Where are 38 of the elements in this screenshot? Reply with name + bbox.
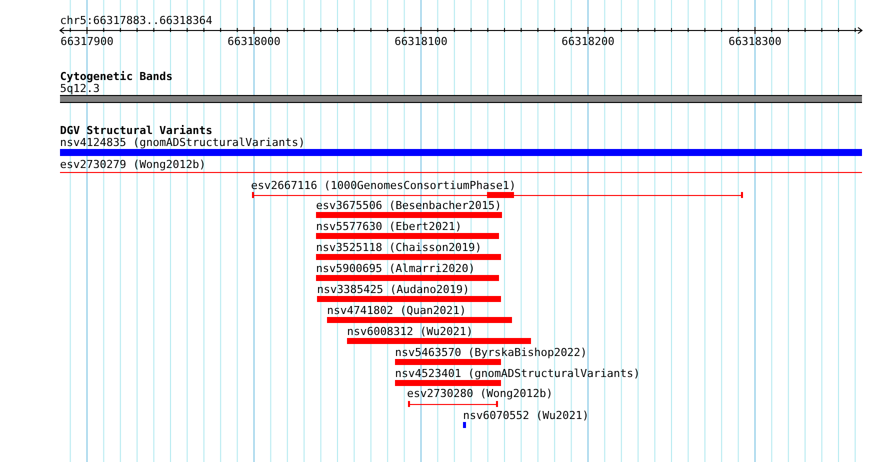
variant-label: nsv5900695 (Almarri2020) (316, 263, 475, 275)
variant-label: nsv6008312 (Wu2021) (347, 326, 473, 338)
variant-bar[interactable] (395, 359, 501, 365)
variant-label: nsv6070552 (Wu2021) (463, 410, 589, 422)
variant-bar[interactable] (316, 212, 502, 218)
variant-bar[interactable] (347, 338, 531, 344)
variant-bar[interactable] (395, 380, 501, 386)
variant-glyph[interactable] (408, 401, 498, 408)
variant-bar[interactable] (327, 317, 512, 323)
variant-label: nsv4124835 (gnomADStructuralVariants) (60, 137, 306, 149)
variant-bar[interactable] (316, 233, 499, 239)
scale-label: 66318000 (228, 35, 280, 48)
variant-label: esv2730280 (Wong2012b) (407, 388, 553, 400)
variant-bar[interactable] (317, 296, 501, 302)
variant-label: esv2667116 (1000GenomesConsortiumPhase1) (251, 180, 516, 192)
band-label: 5q12.3 (60, 83, 100, 95)
variant-label: nsv5577630 (Ebert2021) (316, 221, 462, 233)
track-title: DGV Structural Variants (60, 124, 212, 137)
variant-label: esv2730279 (Wong2012b) (60, 159, 206, 171)
scale-label: 66318200 (562, 35, 614, 48)
variant-label: nsv4741802 (Quan2021) (327, 305, 466, 317)
variant-label: nsv5463570 (ByrskaBishop2022) (395, 347, 588, 359)
cytoband-bar[interactable] (60, 95, 862, 103)
variant-bar[interactable] (60, 149, 862, 156)
variant-bar[interactable] (316, 275, 499, 281)
scale-label: 66318300 (728, 35, 782, 48)
variant-label: nsv3385425 (Audano2019) (317, 284, 470, 296)
variant-line[interactable] (60, 172, 862, 173)
location-label: chr5:66317883..66318364 (60, 14, 212, 27)
scale-label: 66318100 (394, 35, 448, 48)
track-title: Cytogenetic Bands (60, 70, 173, 83)
variant-bar[interactable] (316, 254, 501, 260)
scale-label: 66317900 (60, 35, 114, 48)
variant-label: nsv3525118 (Chaisson2019) (316, 242, 482, 254)
variant-label: esv3675506 (Besenbacher2015) (316, 200, 502, 212)
variant-label: nsv4523401 (gnomADStructuralVariants) (395, 368, 640, 380)
variant-glyph[interactable] (252, 192, 743, 199)
variant-bar[interactable] (463, 422, 466, 428)
